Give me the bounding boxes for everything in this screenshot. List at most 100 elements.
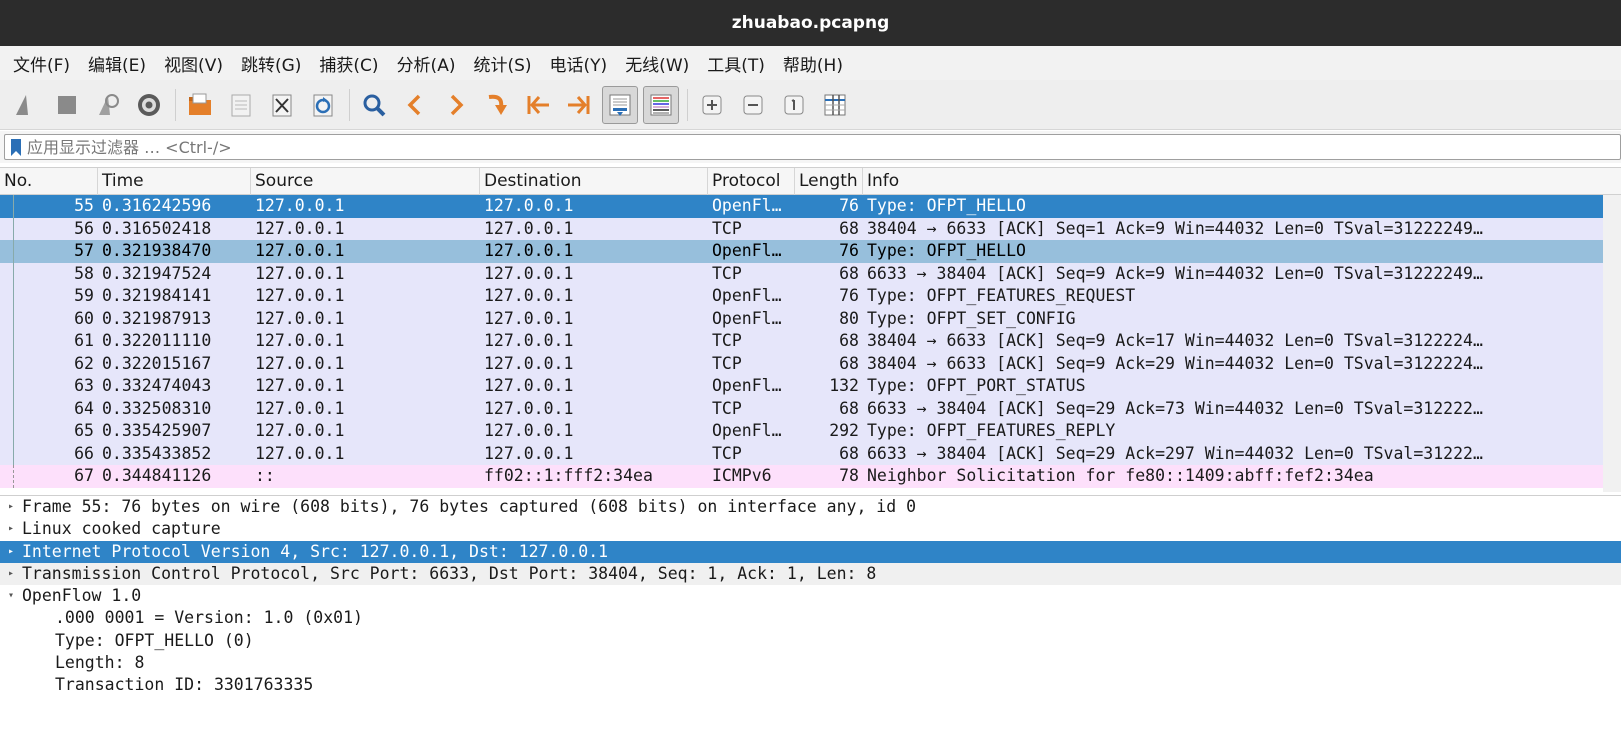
last-packet-icon[interactable] [561, 86, 597, 124]
conversation-line [13, 352, 14, 375]
bookmark-icon[interactable] [11, 138, 21, 156]
column-header-time[interactable]: Time [98, 168, 251, 195]
detail-row-openflow[interactable]: ▾ OpenFlow 1.0 [0, 585, 1621, 607]
packet-row[interactable]: 66 0.335433852 127.0.0.1 127.0.0.1 TCP 68 6633… [0, 442, 1621, 465]
detail-row-ipv4[interactable]: ▸ Internet Protocol Version 4, Src: 127.… [0, 540, 1621, 563]
conversation-line [13, 307, 14, 330]
cell-no: 60 [74, 308, 94, 328]
resize-columns-icon[interactable] [817, 86, 853, 124]
openflow-field-type[interactable]: Type: OFPT_HELLO (0) [0, 630, 1621, 652]
openflow-field-version[interactable]: .000 0001 = Version: 1.0 (0x01) [0, 607, 1621, 629]
packet-list: No. Time Source Destination Protocol Len… [0, 167, 1621, 492]
back-icon[interactable] [397, 86, 433, 124]
conversation-line [13, 397, 14, 420]
cell-destination: 127.0.0.1 [484, 218, 574, 238]
menu-statistics[interactable]: 统计(S) [464, 51, 540, 76]
cell-source: 127.0.0.1 [255, 218, 345, 238]
menu-edit[interactable]: 编辑(E) [79, 51, 155, 76]
column-header-length[interactable]: Length [795, 168, 863, 195]
openflow-field-length[interactable]: Length: 8 [0, 652, 1621, 674]
cell-destination: 127.0.0.1 [484, 241, 574, 260]
zoom-in-icon[interactable] [694, 86, 730, 124]
cell-info: Type: OFPT_FEATURES_REPLY [867, 421, 1116, 440]
cell-source: :: [255, 466, 275, 485]
cell-length: 68 [839, 443, 859, 463]
packet-row[interactable]: 62 0.322015167 127.0.0.1 127.0.0.1 TCP 68 3840… [0, 352, 1621, 375]
menu-tools[interactable]: 工具(T) [698, 51, 774, 76]
packet-row[interactable]: 65 0.335425907 127.0.0.1 127.0.0.1 OpenFl… 29… [0, 420, 1621, 443]
cell-no: 63 [74, 376, 94, 395]
cell-time: 0.321984141 [102, 286, 212, 305]
stop-icon[interactable] [49, 86, 85, 124]
packet-row[interactable]: 59 0.321984141 127.0.0.1 127.0.0.1 OpenFl… 76… [0, 285, 1621, 308]
cell-destination: 127.0.0.1 [484, 263, 574, 283]
go-to-packet-icon[interactable] [479, 86, 515, 124]
open-folder-icon[interactable] [182, 86, 218, 124]
detail-row-tcp[interactable]: ▸ Transmission Control Protocol, Src Por… [0, 562, 1621, 586]
expand-arrow-icon[interactable]: ▸ [0, 541, 22, 563]
column-header-destination[interactable]: Destination [480, 168, 708, 195]
save-icon[interactable] [223, 86, 259, 124]
autoscroll-icon[interactable] [602, 85, 638, 124]
detail-row-frame[interactable]: ▸ Frame 55: 76 bytes on wire (608 bits),… [0, 496, 1621, 518]
packet-row[interactable]: 60 0.321987913 127.0.0.1 127.0.0.1 OpenFl… 80… [0, 307, 1621, 330]
packet-row[interactable]: 61 0.322011110 127.0.0.1 127.0.0.1 TCP 68 3840… [0, 330, 1621, 353]
main-toolbar [0, 80, 1621, 130]
first-packet-icon[interactable] [520, 86, 556, 124]
expand-arrow-icon[interactable]: ▸ [0, 496, 22, 518]
menu-view[interactable]: 视图(V) [155, 51, 232, 76]
column-header-no[interactable]: No. [0, 168, 98, 195]
conversation-line [13, 217, 14, 240]
shark-fin-start-icon[interactable] [8, 86, 44, 124]
reload-icon[interactable] [305, 86, 341, 124]
column-header-source[interactable]: Source [251, 168, 480, 195]
display-filter-input[interactable] [27, 137, 1620, 157]
packet-row[interactable]: 56 0.316502418 127.0.0.1 127.0.0.1 TCP 68 3840… [0, 217, 1621, 240]
forward-icon[interactable] [438, 86, 474, 124]
packet-row[interactable]: 63 0.332474043 127.0.0.1 127.0.0.1 OpenFl… 13… [0, 375, 1621, 398]
menu-wireless[interactable]: 无线(W) [616, 51, 698, 76]
close-file-icon[interactable] [264, 86, 300, 124]
packet-rows: 55 0.316242596 127.0.0.1 127.0.0.1 OpenFl… 76… [0, 195, 1621, 488]
menu-help[interactable]: 帮助(H) [774, 51, 852, 76]
cell-protocol: TCP [712, 443, 742, 463]
toolbar-separator [175, 88, 176, 121]
menu-analyze[interactable]: 分析(A) [388, 51, 465, 76]
collapse-arrow-icon[interactable]: ▾ [0, 585, 22, 607]
column-header-info[interactable]: Info [863, 168, 1603, 195]
cell-time: 0.322011110 [102, 331, 212, 350]
cell-protocol: OpenFl… [712, 286, 782, 305]
packet-row[interactable]: 58 0.321947524 127.0.0.1 127.0.0.1 TCP 68 6633… [0, 262, 1621, 285]
cell-info: Type: OFPT_HELLO [867, 241, 1026, 260]
cell-destination: 127.0.0.1 [484, 331, 574, 350]
display-filter-box [4, 134, 1621, 160]
packet-row[interactable]: 55 0.316242596 127.0.0.1 127.0.0.1 OpenFl… 76… [0, 195, 1621, 218]
packet-row[interactable]: 67 0.344841126:: ff02::1:fff2:34ea ICMPv6 78… [0, 465, 1621, 488]
menu-capture[interactable]: 捕获(C) [310, 51, 387, 76]
normal-size-icon[interactable] [776, 86, 812, 124]
cell-length: 68 [839, 263, 859, 283]
packet-row[interactable]: 64 0.332508310 127.0.0.1 127.0.0.1 TCP 68 6633… [0, 397, 1621, 420]
zoom-out-icon[interactable] [735, 86, 771, 124]
expand-arrow-icon[interactable]: ▸ [0, 518, 22, 540]
colorize-icon[interactable] [643, 85, 679, 124]
expand-arrow-icon[interactable]: ▸ [0, 563, 22, 585]
openflow-field-xid[interactable]: Transaction ID: 3301763335 [0, 674, 1621, 696]
detail-text: OpenFlow 1.0 [22, 586, 142, 606]
menu-telephony[interactable]: 电话(Y) [541, 51, 617, 76]
conversation-line [13, 240, 14, 263]
cell-length: 68 [839, 353, 859, 373]
cell-time: 0.344841126 [102, 466, 212, 485]
gear-options-icon[interactable] [131, 86, 167, 124]
menu-file[interactable]: 文件(F) [4, 51, 79, 76]
column-header-protocol[interactable]: Protocol [708, 168, 795, 195]
restart-icon[interactable] [90, 86, 126, 124]
cell-no: 55 [74, 196, 94, 215]
detail-row-linux-cooked[interactable]: ▸ Linux cooked capture [0, 518, 1621, 540]
menu-go[interactable]: 跳转(G) [232, 51, 310, 76]
conversation-line [13, 262, 14, 285]
find-icon[interactable] [356, 86, 392, 124]
packet-row[interactable]: 57 0.321938470 127.0.0.1 127.0.0.1 OpenFl… 76… [0, 240, 1621, 263]
packet-list-scrollbar[interactable] [1603, 195, 1621, 492]
cell-destination: 127.0.0.1 [484, 443, 574, 463]
